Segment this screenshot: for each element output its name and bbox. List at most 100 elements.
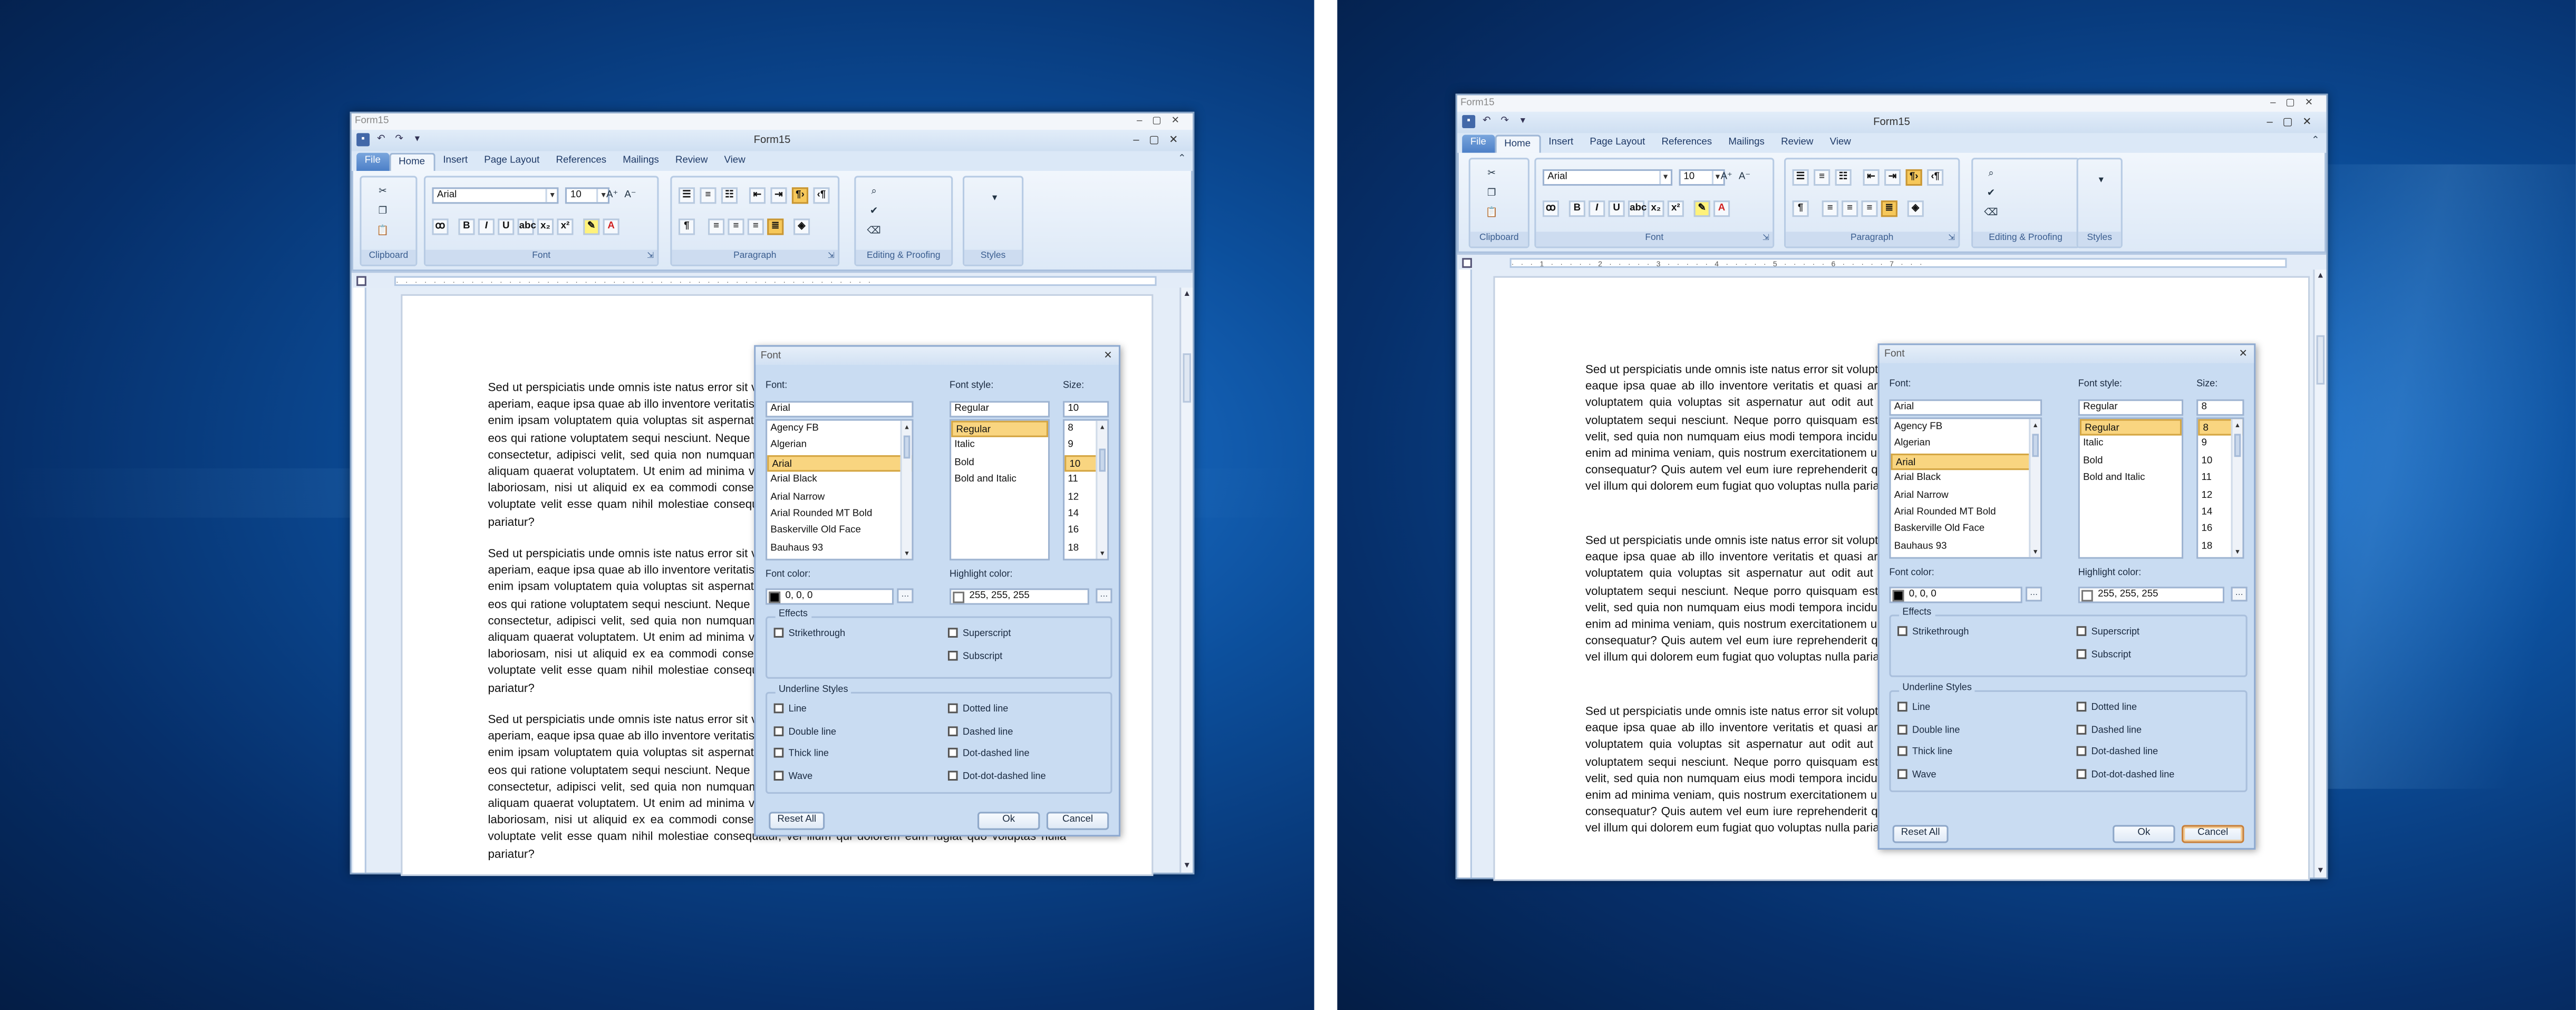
reset-all-button[interactable]: Reset All: [769, 812, 825, 830]
font-color-picker-button[interactable]: …: [2026, 586, 2042, 602]
strikethrough-icon[interactable]: abc: [1628, 200, 1647, 217]
checkbox-box[interactable]: [947, 747, 958, 758]
superscript-checkbox[interactable]: Superscript: [947, 628, 1011, 641]
undo-icon[interactable]: ↶: [374, 133, 388, 146]
font-style-list[interactable]: Regular Italic Bold Bold and Italic: [950, 419, 1050, 561]
tab-home[interactable]: Home: [1494, 134, 1541, 153]
outer-window-controls[interactable]: –▢✕: [2270, 95, 2323, 112]
font-style-input[interactable]: Regular: [2078, 399, 2184, 416]
format-painter-icon[interactable]: ꝏ: [1542, 200, 1560, 217]
dot-dashed-line-checkbox[interactable]: Dot-dashed line: [947, 747, 1030, 761]
minimize-ribbon-icon[interactable]: ⌃: [2311, 135, 2320, 147]
bullets-icon[interactable]: ☰: [678, 187, 695, 204]
cancel-button[interactable]: Cancel: [1046, 812, 1109, 830]
underline-icon[interactable]: U: [1608, 200, 1625, 217]
dot-dashed-line-checkbox[interactable]: Dot-dashed line: [2076, 746, 2158, 759]
list-item[interactable]: Arial: [1891, 453, 2041, 470]
checkbox-box[interactable]: [947, 725, 958, 736]
scroll-thumb[interactable]: [1183, 353, 1192, 403]
scroll-up-icon[interactable]: ▲: [2233, 419, 2243, 431]
shading-icon[interactable]: ◈: [793, 218, 810, 235]
line-checkbox[interactable]: Line: [773, 703, 807, 717]
checkbox-box[interactable]: [947, 628, 958, 638]
align-right-icon[interactable]: ≡: [747, 218, 764, 235]
copy-icon[interactable]: ❐: [374, 204, 391, 220]
list-item[interactable]: Regular: [2079, 419, 2182, 436]
dialog-launcher-icon[interactable]: ⇲: [828, 250, 835, 265]
highlight-color-input[interactable]: 255, 255, 255: [950, 588, 1089, 605]
list-item[interactable]: Baskerville Old Face: [1891, 522, 2041, 538]
checkbox-box[interactable]: [2076, 626, 2087, 636]
increase-indent-icon[interactable]: ⇥: [770, 187, 787, 204]
list-item[interactable]: Baskerville Old Face: [767, 523, 912, 540]
align-left-icon[interactable]: ≡: [708, 218, 725, 235]
spellcheck-icon[interactable]: ✔: [1983, 186, 1999, 202]
pilcrow-icon[interactable]: ¶: [1792, 200, 1809, 217]
highlight-icon[interactable]: ✎: [1693, 200, 1710, 217]
scroll-up-icon[interactable]: ▲: [1097, 421, 1107, 432]
tab-review[interactable]: Review: [1773, 135, 1822, 153]
font-color-picker-button[interactable]: …: [897, 588, 914, 603]
numbering-icon[interactable]: ≡: [700, 187, 716, 204]
styles-dropdown-icon[interactable]: ▾: [2093, 172, 2109, 189]
checkbox-box[interactable]: [2076, 746, 2087, 756]
checkbox-box[interactable]: [2076, 649, 2087, 659]
tab-mailings[interactable]: Mailings: [615, 153, 667, 171]
scroll-thumb[interactable]: [2032, 434, 2039, 457]
font-size-combo[interactable]: 10 ▼: [565, 187, 611, 204]
list-item[interactable]: Arial Narrow: [1891, 487, 2041, 504]
list-item[interactable]: Bold and Italic: [951, 472, 1048, 489]
superscript-icon[interactable]: x²: [557, 218, 574, 235]
superscript-icon[interactable]: x²: [1667, 200, 1684, 217]
grow-font-icon[interactable]: A⁺: [1718, 169, 1735, 186]
font-list[interactable]: Agency FB Algerian Arial Arial Black Arial N…: [766, 419, 914, 561]
size-list[interactable]: 8 9 10 11 12 14 16 18 ▲ ▼: [1063, 419, 1109, 561]
underline-icon[interactable]: U: [498, 218, 515, 235]
highlight-icon[interactable]: ✎: [583, 218, 600, 235]
scroll-down-icon[interactable]: ▼: [902, 547, 912, 559]
checkbox-box[interactable]: [773, 747, 784, 758]
scroll-down-icon[interactable]: ▼: [2030, 546, 2040, 557]
justify-icon[interactable]: ≣: [767, 218, 784, 235]
vertical-scrollbar[interactable]: ▲ ▼: [2313, 270, 2327, 878]
tab-insert[interactable]: Insert: [1541, 135, 1582, 153]
chevron-down-icon[interactable]: ▼: [546, 189, 557, 203]
list-item[interactable]: Arial Narrow: [767, 489, 912, 506]
dotted-line-checkbox[interactable]: Dotted line: [947, 703, 1008, 717]
ruler-corner-icon[interactable]: [356, 276, 366, 286]
tab-review[interactable]: Review: [667, 153, 716, 171]
find-icon[interactable]: ⌕: [1983, 166, 1999, 182]
list-item[interactable]: Bold and Italic: [2080, 470, 2182, 487]
horizontal-ruler[interactable]: · · · · · · · · · · · · · · · · · · · · …: [351, 271, 1193, 288]
reset-all-button[interactable]: Reset All: [1892, 825, 1949, 843]
dialog-launcher-icon[interactable]: ⇲: [1762, 232, 1769, 246]
vertical-scrollbar[interactable]: ▲ ▼: [1179, 287, 1193, 873]
list-item[interactable]: Italic: [2080, 436, 2182, 453]
shrink-font-icon[interactable]: A⁻: [622, 187, 638, 204]
font-size-combo[interactable]: 10 ▼: [1679, 169, 1725, 186]
styles-dropdown-icon[interactable]: ▾: [986, 190, 1003, 207]
scroll-thumb[interactable]: [903, 435, 911, 459]
scroll-down-icon[interactable]: ▼: [1097, 547, 1107, 559]
subscript-icon[interactable]: x₂: [537, 218, 554, 235]
multilevel-icon[interactable]: ☷: [1835, 169, 1852, 186]
checkbox-box[interactable]: [1897, 724, 1907, 734]
scroll-up-icon[interactable]: ▲: [2314, 270, 2326, 283]
align-center-icon[interactable]: ≡: [1842, 200, 1858, 217]
shrink-font-icon[interactable]: A⁻: [1736, 169, 1752, 186]
font-list[interactable]: Agency FB Algerian Arial Arial Black Arial N…: [1889, 417, 2042, 559]
scroll-thumb[interactable]: [1099, 448, 1106, 472]
dialog-launcher-icon[interactable]: ⇲: [1948, 232, 1955, 246]
multilevel-icon[interactable]: ☷: [721, 187, 738, 204]
list-item[interactable]: Bauhaus 93: [767, 540, 912, 557]
font-color-icon[interactable]: A: [1713, 200, 1730, 217]
highlight-color-input[interactable]: 255, 255, 255: [2078, 586, 2225, 603]
tab-file[interactable]: File: [356, 152, 389, 171]
list-item[interactable]: Agency FB: [767, 421, 912, 438]
tab-insert[interactable]: Insert: [435, 153, 476, 171]
dashed-line-checkbox[interactable]: Dashed line: [2076, 724, 2142, 737]
highlight-color-picker-button[interactable]: …: [1096, 588, 1112, 603]
save-icon[interactable]: ▪: [356, 133, 370, 147]
line-checkbox[interactable]: Line: [1897, 701, 1930, 715]
list-item[interactable]: Arial: [767, 455, 912, 472]
